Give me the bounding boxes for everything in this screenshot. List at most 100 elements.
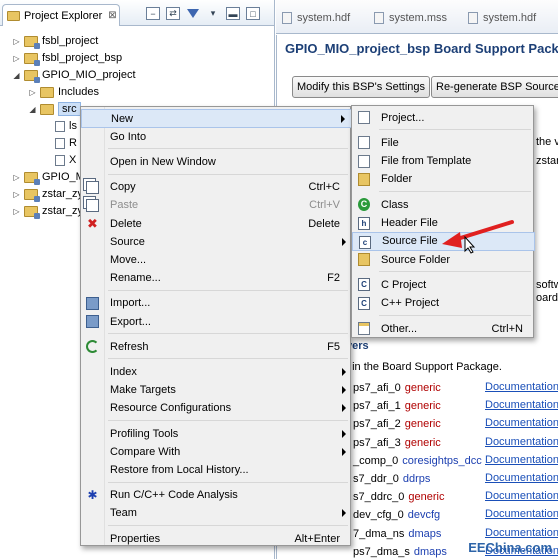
menu-separator xyxy=(379,271,531,273)
menu-separator xyxy=(108,481,348,483)
submenu-item-c-project[interactable]: C C Project xyxy=(352,275,535,294)
menu-item-label: Paste xyxy=(110,199,139,212)
menu-item-copy[interactable]: Copy Ctrl+C xyxy=(81,178,352,197)
submenu-item-project[interactable]: Project... xyxy=(352,108,535,127)
tree-item-gpio-mio-project[interactable]: ◢ GPIO_MIO_project xyxy=(12,67,136,83)
menu-item-refresh[interactable]: Refresh F5 xyxy=(81,337,352,356)
documentation-link[interactable]: Documentation xyxy=(485,454,558,466)
tree-item-label: fsbl_project xyxy=(42,35,99,47)
menu-item-go-into[interactable]: Go Into xyxy=(81,127,352,146)
menu-item-open-in-new-window[interactable]: Open in New Window xyxy=(81,152,352,171)
project-explorer-tab[interactable]: Project Explorer ⊠ xyxy=(2,4,120,26)
submenu-arrow-icon xyxy=(342,429,346,438)
tree-item-x[interactable]: X xyxy=(52,152,76,168)
editor-tab-system-hdf-2[interactable]: system.hdf xyxy=(468,12,536,24)
menu-item-import[interactable]: Import... xyxy=(81,294,352,313)
expand-twisty-icon[interactable]: ▷ xyxy=(12,190,21,199)
submenu-item-cpp-project[interactable]: C C++ Project xyxy=(352,294,535,313)
link-with-editor-icon[interactable]: ⇄ xyxy=(166,7,180,20)
documentation-link[interactable]: Documentation xyxy=(485,436,558,448)
expand-twisty-icon[interactable]: ▷ xyxy=(12,37,21,46)
project-icon xyxy=(24,205,40,219)
text-fragment: the v xyxy=(536,136,558,148)
tree-item-label: zstar_zy xyxy=(42,188,83,200)
submenu-item-folder[interactable]: Folder xyxy=(352,170,535,189)
editor-tab-system-mss[interactable]: system.mss xyxy=(374,12,447,24)
refresh-icon xyxy=(86,340,99,354)
menu-separator xyxy=(108,358,348,360)
submenu-arrow-icon xyxy=(342,447,346,456)
modify-bsp-settings-button[interactable]: Modify this BSP's Settings xyxy=(292,76,431,98)
menu-item-team[interactable]: Team xyxy=(81,504,352,523)
editor-tab-label: system.hdf xyxy=(483,12,537,24)
source-file-icon: c xyxy=(359,235,371,249)
regenerate-bsp-sources-button[interactable]: Re-generate BSP Sources xyxy=(431,76,558,98)
tree-item-zstar-zy-1[interactable]: ▷ zstar_zy xyxy=(12,186,83,202)
minimize-icon[interactable]: ▬ xyxy=(226,7,240,20)
file-icon xyxy=(55,120,65,132)
collapse-all-icon[interactable]: − xyxy=(146,7,160,20)
editor-tab-system-hdf[interactable]: system.hdf xyxy=(282,12,350,24)
menu-item-run-c-c-code-analysis[interactable]: ✱ Run C/C++ Code Analysis xyxy=(81,486,352,505)
documentation-link[interactable]: Documentation xyxy=(485,417,558,429)
tree-item-src[interactable]: ◢ src xyxy=(28,101,81,117)
menu-item-make-targets[interactable]: Make Targets xyxy=(81,381,352,400)
menu-item-source[interactable]: Source xyxy=(81,232,352,251)
driver-peripheral-name: dev_cfg_0 xyxy=(353,509,404,522)
menu-item-index[interactable]: Index xyxy=(81,362,352,381)
collapse-twisty-icon[interactable]: ◢ xyxy=(28,105,37,114)
documentation-link[interactable]: Documentation xyxy=(485,508,558,520)
menu-item-export[interactable]: Export... xyxy=(81,312,352,331)
expand-twisty-icon[interactable]: ▷ xyxy=(12,173,21,182)
menu-separator xyxy=(379,191,531,193)
driver-name: generic xyxy=(404,400,441,413)
tree-item-zstar-zy-2[interactable]: ▷ zstar_zy xyxy=(12,203,83,219)
tree-item-fsbl-project-bsp[interactable]: ▷ fsbl_project_bsp xyxy=(12,50,122,66)
menu-item-properties[interactable]: Properties Alt+Enter xyxy=(81,529,352,548)
menu-item-rename[interactable]: Rename... F2 xyxy=(81,269,352,288)
tree-item-ls[interactable]: ls xyxy=(52,118,77,134)
tree-item-r[interactable]: R xyxy=(52,135,77,151)
submenu-item-class[interactable]: C Class xyxy=(352,195,535,214)
filter-icon[interactable] xyxy=(186,7,200,20)
menu-item-label: New xyxy=(111,112,134,125)
view-menu-icon[interactable]: ▾ xyxy=(206,7,220,20)
close-icon[interactable]: ⊠ xyxy=(108,10,116,21)
menu-item-profiling-tools[interactable]: Profiling Tools xyxy=(81,424,352,443)
menu-item-delete[interactable]: ✖ Delete Delete xyxy=(81,214,352,233)
documentation-link[interactable]: Documentation xyxy=(485,381,558,393)
expand-twisty-icon[interactable]: ▷ xyxy=(12,54,21,63)
menu-item-restore-from-local-history[interactable]: Restore from Local History... xyxy=(81,460,352,479)
submenu-item-other[interactable]: Other... Ctrl+N xyxy=(352,319,535,338)
submenu-item-file[interactable]: File xyxy=(352,133,535,152)
menu-item-compare-with[interactable]: Compare With xyxy=(81,442,352,461)
project-icon xyxy=(24,188,40,202)
submenu-item-label: Folder xyxy=(381,173,413,186)
documentation-link[interactable]: Documentation xyxy=(485,490,558,502)
menu-item-label: Source xyxy=(110,235,145,248)
tree-item-includes[interactable]: ▷ Includes xyxy=(28,84,99,100)
tree-item-gpio-m[interactable]: ▷ GPIO_M xyxy=(12,169,85,185)
menu-separator xyxy=(379,129,531,131)
documentation-link[interactable]: Documentation xyxy=(485,399,558,411)
driver-peripheral-name: ps7_afi_0 xyxy=(353,382,401,394)
menu-item-move[interactable]: Move... xyxy=(81,250,352,269)
documentation-link[interactable]: Documentation xyxy=(485,527,558,539)
expand-twisty-icon[interactable]: ▷ xyxy=(12,207,21,216)
file-icon xyxy=(55,154,65,166)
menu-separator xyxy=(108,289,348,291)
tree-item-fsbl-project[interactable]: ▷ fsbl_project xyxy=(12,33,98,49)
expand-twisty-icon[interactable]: ▷ xyxy=(28,88,37,97)
driver-peripheral-name: ps7_afi_2 xyxy=(353,418,401,431)
menu-item-new[interactable]: New xyxy=(81,109,352,128)
menu-item-paste[interactable]: Paste Ctrl+V xyxy=(81,196,352,215)
menu-item-label: Delete xyxy=(110,217,142,230)
submenu-item-file-from-template[interactable]: File from Template xyxy=(352,152,535,171)
menu-item-resource-configurations[interactable]: Resource Configurations xyxy=(81,399,352,418)
documentation-link[interactable]: Documentation xyxy=(485,472,558,484)
driver-row: 7_dma_ns dmaps xyxy=(353,525,441,543)
analysis-icon: ✱ xyxy=(87,487,98,502)
maximize-icon[interactable]: □ xyxy=(246,7,260,20)
collapse-twisty-icon[interactable]: ◢ xyxy=(12,71,21,80)
menu-item-label: Move... xyxy=(110,253,147,266)
